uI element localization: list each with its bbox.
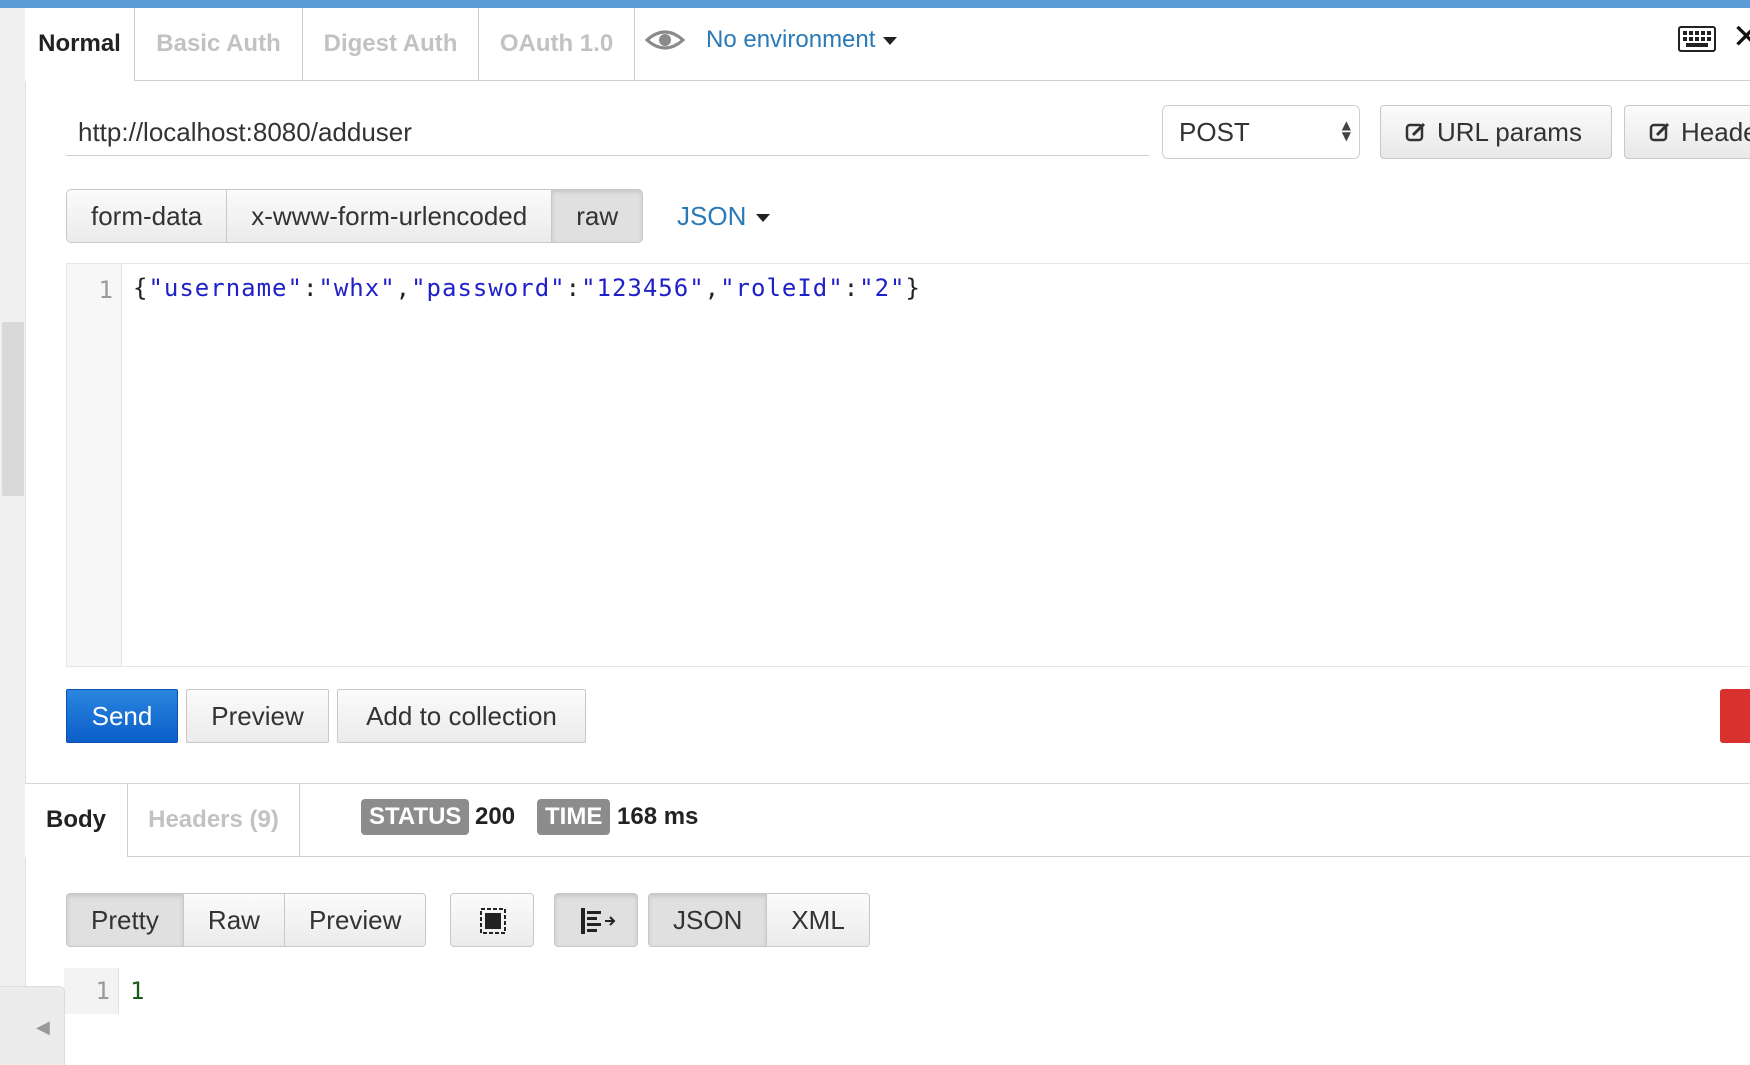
- code-punctuation: }: [905, 274, 921, 302]
- view-mode-selector: Pretty Raw Preview: [66, 893, 427, 947]
- code-punctuation: :: [565, 274, 582, 302]
- code-line: {"username":"whx","password":"123456","r…: [133, 274, 921, 302]
- tab-response-body[interactable]: Body: [25, 784, 128, 857]
- headers-button[interactable]: Headers: [1624, 105, 1750, 159]
- raw-format-dropdown[interactable]: JSON: [677, 196, 771, 236]
- code-punctuation: ,: [395, 274, 412, 302]
- raw-format-label: JSON: [677, 201, 747, 231]
- line-number: 1: [95, 977, 110, 1005]
- fullscreen-button[interactable]: [450, 893, 534, 947]
- code-punctuation: {: [133, 274, 149, 302]
- tab-basic-auth[interactable]: Basic Auth: [135, 8, 303, 80]
- code-string: "123456": [581, 274, 705, 302]
- code-string: "password": [411, 274, 566, 302]
- time-value: 168 ms: [617, 803, 699, 830]
- response-gutter: 1: [64, 968, 119, 1014]
- url-params-label: URL params: [1437, 117, 1582, 147]
- format-xml[interactable]: XML: [767, 894, 869, 946]
- code-string: "roleId": [720, 274, 844, 302]
- window-top-bar: [0, 0, 1750, 8]
- keyboard-icon[interactable]: [1678, 26, 1716, 52]
- collapse-sidebar-tab[interactable]: ◀: [0, 986, 65, 1065]
- left-sidebar-strip: [0, 8, 26, 1064]
- editor-gutter: 1: [67, 264, 122, 666]
- body-type-urlencoded[interactable]: x-www-form-urlencoded: [227, 190, 553, 242]
- code-string: "2": [859, 274, 906, 302]
- response-tabs: Body Headers (9): [25, 784, 1750, 857]
- tab-digest-auth[interactable]: Digest Auth: [303, 8, 479, 80]
- body-type-form-data[interactable]: form-data: [67, 190, 228, 242]
- response-body-content: 1: [130, 977, 145, 1005]
- body-type-raw[interactable]: raw: [552, 190, 643, 242]
- edit-icon: [1649, 122, 1670, 142]
- headers-label: Headers: [1681, 117, 1750, 147]
- status-value: 200: [475, 803, 516, 830]
- sidebar-scrollbar-thumb[interactable]: [2, 322, 24, 496]
- time-badge: TIME: [537, 799, 611, 835]
- fullscreen-icon: [480, 908, 506, 934]
- code-punctuation: :: [843, 274, 860, 302]
- send-button[interactable]: Send: [66, 689, 178, 743]
- add-to-collection-button[interactable]: Add to collection: [337, 689, 586, 743]
- wrap-button[interactable]: [554, 893, 638, 947]
- preview-button[interactable]: Preview: [186, 689, 329, 743]
- eye-icon[interactable]: [645, 28, 685, 52]
- request-body-editor[interactable]: 1 {"username":"whx","password":"123456",…: [66, 263, 1750, 667]
- reset-button[interactable]: [1720, 689, 1750, 743]
- method-select[interactable]: POST ▲ ▼: [1162, 105, 1360, 159]
- tab-normal[interactable]: Normal: [25, 8, 135, 81]
- close-icon[interactable]: ✕: [1732, 22, 1750, 52]
- wrap-icon: [581, 908, 616, 934]
- view-pretty[interactable]: Pretty: [67, 894, 184, 946]
- code-punctuation: ,: [704, 274, 721, 302]
- line-number: 1: [98, 276, 113, 304]
- collapse-arrow-icon: ◀: [36, 1017, 50, 1038]
- code-string: "whx": [318, 274, 396, 302]
- code-punctuation: :: [302, 274, 319, 302]
- edit-icon: [1405, 122, 1426, 142]
- tab-response-headers[interactable]: Headers (9): [128, 784, 300, 856]
- url-params-button[interactable]: URL params: [1380, 105, 1612, 159]
- tab-oauth[interactable]: OAuth 1.0: [479, 8, 635, 80]
- format-json[interactable]: JSON: [649, 894, 768, 946]
- updown-arrows-icon: ▲ ▼: [1341, 118, 1351, 143]
- code-string: "username": [148, 274, 303, 302]
- status-badge: STATUS: [361, 799, 470, 835]
- view-raw[interactable]: Raw: [183, 894, 285, 946]
- body-type-selector: form-data x-www-form-urlencoded raw: [66, 189, 644, 243]
- url-input[interactable]: [66, 110, 1149, 156]
- environment-selector[interactable]: No environment: [706, 20, 898, 60]
- chevron-down-icon: [883, 36, 898, 45]
- format-selector: JSON XML: [648, 893, 870, 947]
- environment-label: No environment: [706, 26, 876, 53]
- method-selected-value: POST: [1179, 117, 1250, 147]
- chevron-down-icon: [756, 214, 771, 223]
- view-preview[interactable]: Preview: [284, 894, 426, 946]
